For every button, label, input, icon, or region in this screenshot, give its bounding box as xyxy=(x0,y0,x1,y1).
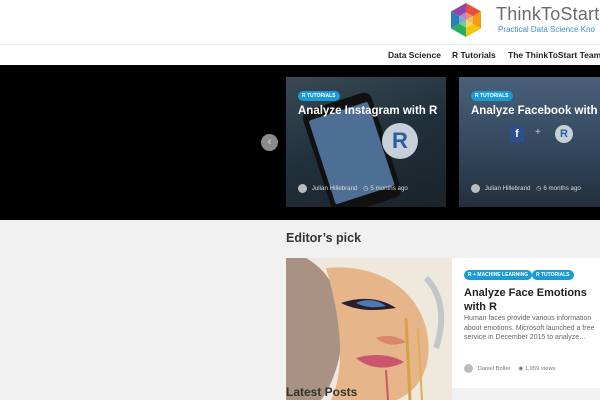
clock-icon: ◷ xyxy=(536,185,542,193)
card-meta: Julian Hillebrand ◷ 5 months ago xyxy=(298,184,408,193)
pick-meta: Daniel Boller ◉ 1,959 views xyxy=(464,364,555,373)
logo-hexagon-icon[interactable] xyxy=(448,2,484,38)
nav-item-data-science[interactable]: Data Science xyxy=(388,50,441,60)
plus-icon: + xyxy=(535,127,541,138)
avatar xyxy=(464,364,473,373)
card-author[interactable]: Julian Hillebrand xyxy=(485,185,531,192)
site-header: ThinkToStart Practical Data Science Kno xyxy=(0,0,600,44)
face-painting-image[interactable] xyxy=(286,258,452,400)
clock-icon: ◷ xyxy=(363,185,369,193)
avatar xyxy=(471,184,480,193)
pick-author[interactable]: Daniel Boller xyxy=(478,366,511,372)
slider-card-instagram[interactable]: R R TUTORIALS Analyze Instagram with R J… xyxy=(286,77,446,207)
card-tag[interactable]: R TUTORIALS xyxy=(298,91,340,101)
chevron-left-icon: ‹ xyxy=(267,136,272,148)
editors-pick-card: R + MACHINE LEARNING R TUTORIALS Analyze… xyxy=(452,258,600,388)
pick-title[interactable]: Analyze Face Emotions with R xyxy=(464,286,596,314)
logo-title[interactable]: ThinkToStart xyxy=(496,4,599,25)
eye-icon: ◉ xyxy=(518,366,524,373)
card-title[interactable]: Analyze Instagram with R xyxy=(298,104,438,118)
card-tag[interactable]: R TUTORIALS xyxy=(471,91,513,101)
facebook-icon: f xyxy=(510,126,524,142)
latest-posts-heading: Latest Posts xyxy=(286,385,358,399)
avatar xyxy=(298,184,307,193)
card-time: 6 months ago xyxy=(543,185,581,193)
pick-views: 1,959 views xyxy=(524,366,556,373)
pick-excerpt: Human faces provide various information … xyxy=(464,315,595,341)
pick-tag-r-tutorials[interactable]: R TUTORIALS xyxy=(532,270,574,280)
pick-tag-ml[interactable]: R + MACHINE LEARNING xyxy=(464,270,533,280)
r-logo-icon: R xyxy=(555,125,573,143)
nav-item-r-tutorials[interactable]: R Tutorials xyxy=(452,50,496,60)
editors-pick-heading: Editor’s pick xyxy=(286,231,362,245)
card-time: 5 months ago xyxy=(370,185,408,193)
main-nav: Data Science R Tutorials The ThinkToStar… xyxy=(0,44,600,66)
nav-item-team[interactable]: The ThinkToStart Team xyxy=(508,50,600,60)
featured-slider: ‹ R R TUTORIALS Analyze Instagram with R… xyxy=(0,65,600,220)
r-logo-icon: R xyxy=(382,123,418,159)
card-meta: Julian Hillebrand ◷ 6 months ago xyxy=(471,184,581,193)
card-title[interactable]: Analyze Facebook with R xyxy=(471,104,600,118)
logo-tagline: Practical Data Science Kno xyxy=(498,25,595,34)
slider-prev-button[interactable]: ‹ xyxy=(261,134,278,151)
card-author[interactable]: Julian Hillebrand xyxy=(312,185,358,192)
slider-card-facebook[interactable]: f + R R TUTORIALS Analyze Facebook with … xyxy=(459,77,600,207)
